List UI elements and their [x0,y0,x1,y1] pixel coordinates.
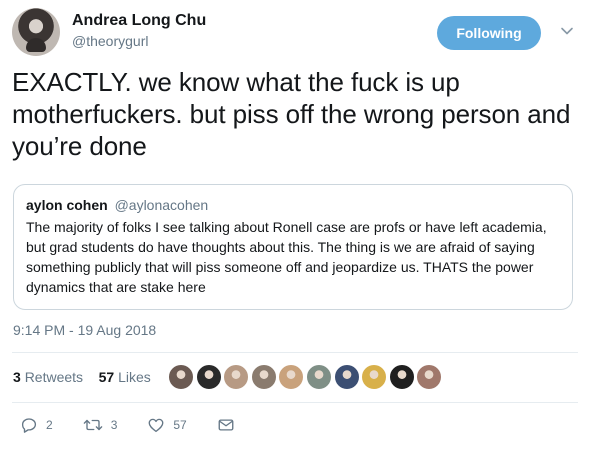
likers-avatars [168,364,444,392]
chevron-down-icon[interactable] [560,24,574,38]
quoted-tweet[interactable]: aylon cohen @aylonacohen The majority of… [13,184,573,310]
reply-action[interactable]: 2 [20,416,53,434]
divider [12,402,578,403]
liker-avatar[interactable] [305,364,332,390]
retweet-icon [83,419,102,431]
liker-avatar[interactable] [361,364,388,390]
author-handle[interactable]: @theorygurl [72,31,206,51]
heart-icon [148,418,164,433]
liker-avatar[interactable] [333,364,360,390]
tweet-actions: 2 3 57 [20,416,273,434]
liker-avatar[interactable] [223,364,250,390]
retweets-label: Retweets [24,369,84,385]
tweet-timestamp[interactable]: 9:14 PM - 19 Aug 2018 [13,322,156,338]
quoted-author-handle: @aylonacohen [114,197,209,213]
liker-avatar[interactable] [388,364,415,390]
author-names: Andrea Long Chu @theorygurl [72,11,206,51]
quoted-author-name: aylon cohen [26,197,108,213]
likes-label: Likes [118,369,151,385]
retweets-stat[interactable]: 3 Retweets [13,369,83,385]
like-action[interactable]: 57 [147,416,187,434]
liker-avatar[interactable] [195,364,222,390]
quoted-tweet-text: The majority of folks I see talking abou… [26,219,547,295]
retweets-count: 3 [13,369,21,385]
tweet-text: EXACTLY. we know what the fuck is up mot… [12,67,571,161]
quoted-tweet-header: aylon cohen @aylonacohen [26,196,560,214]
liker-avatar[interactable] [416,364,443,390]
tweet-header: Andrea Long Chu @theorygurl Following [12,8,578,56]
likes-stat[interactable]: 57 Likes [99,369,151,385]
author-display-name[interactable]: Andrea Long Chu [72,11,206,31]
retweet-action[interactable]: 3 [83,416,118,434]
like-count: 57 [173,418,187,432]
author-avatar[interactable] [12,8,60,56]
liker-avatar[interactable] [278,364,305,390]
direct-message-action[interactable] [217,416,243,434]
divider [12,352,578,353]
retweet-count: 3 [110,418,118,432]
liker-avatar[interactable] [168,364,194,390]
liker-avatar[interactable] [250,364,277,390]
following-button[interactable]: Following [437,16,541,50]
likes-count: 57 [98,369,115,385]
tweet-stats: 3 Retweets 57 Likes [13,369,151,385]
envelope-icon [218,419,234,431]
reply-count: 2 [46,418,53,432]
reply-icon [21,418,37,433]
